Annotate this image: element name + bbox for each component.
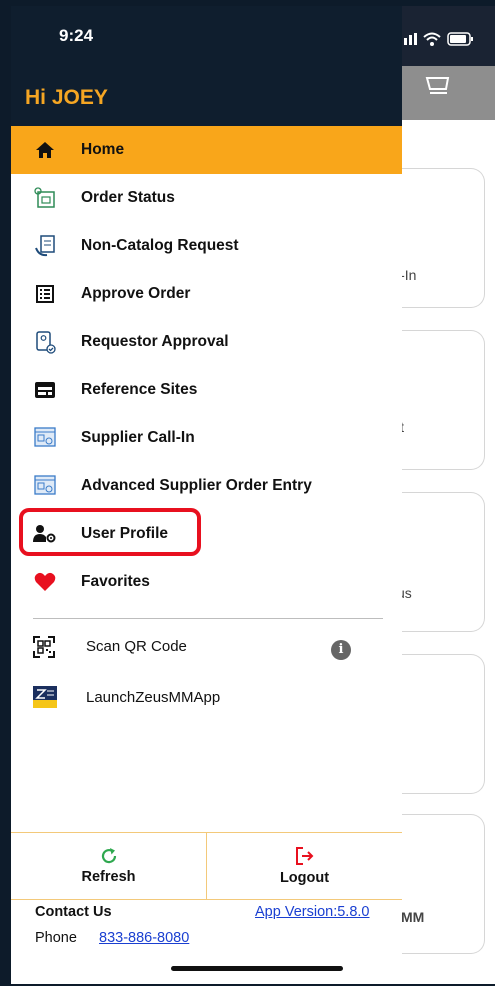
highlight-box — [19, 508, 201, 556]
menu-item-label: Scan QR Code — [86, 638, 187, 655]
menu-item-label: LaunchZeusMMApp — [86, 689, 221, 706]
background-card[interactable]: us — [397, 492, 485, 632]
refresh-icon — [101, 848, 116, 864]
menu-item-label: Reference Sites — [81, 381, 198, 398]
cart-icon[interactable] — [423, 72, 453, 102]
home-indicator[interactable] — [171, 966, 343, 971]
menu-item-reference-sites[interactable]: Reference Sites — [11, 366, 402, 414]
refresh-label: Refresh — [81, 869, 136, 885]
supplier-call-in-icon — [33, 426, 57, 450]
phone-link[interactable]: 833-886-8080 — [99, 930, 189, 946]
zeus-logo-icon — [33, 686, 57, 708]
menu-item-label: Advanced Supplier Order Entry — [81, 477, 312, 494]
home-icon — [33, 138, 57, 162]
menu-item-label: Requestor Approval — [81, 333, 229, 350]
app-version-link[interactable]: App Version:5.8.0 — [255, 904, 369, 920]
heart-icon — [33, 570, 57, 594]
status-icons — [399, 32, 475, 46]
menu-item-favorites[interactable]: Favorites — [11, 558, 402, 606]
logout-button[interactable]: Logout — [206, 833, 402, 899]
menu-item-launch-zeus[interactable]: LaunchZeusMMApp — [33, 686, 220, 708]
background-card[interactable]: it — [397, 330, 485, 470]
menu-item-label: Non-Catalog Request — [81, 237, 239, 254]
status-time-drawer: 9:24 — [59, 26, 94, 45]
menu-item-scan-qr-code[interactable]: Scan QR Code — [33, 636, 187, 658]
menu-item-label: Supplier Call-In — [81, 429, 195, 446]
approve-order-icon — [33, 282, 57, 306]
menu-item-label: Home — [81, 141, 125, 158]
divider — [33, 618, 383, 619]
contact-us-label: Contact Us — [35, 904, 112, 920]
menu-item-home[interactable]: Home — [11, 126, 402, 174]
action-bar: Refresh Logout — [11, 832, 402, 900]
qr-code-icon — [33, 636, 55, 658]
menu-item-label: Order Status — [81, 189, 175, 206]
device-frame: l-In it us MM 9:24 9:24 — [0, 0, 495, 986]
wifi-icon — [423, 32, 441, 46]
menu-item-advanced-supplier-order-entry[interactable]: Advanced Supplier Order Entry — [11, 462, 402, 510]
refresh-button[interactable]: Refresh — [11, 833, 206, 899]
menu-item-label: Approve Order — [81, 285, 191, 302]
supplier-order-entry-icon — [33, 474, 57, 498]
order-status-icon — [33, 186, 57, 210]
drawer-header: 9:24 Hi JOEY — [11, 6, 402, 126]
menu-item-supplier-call-in[interactable]: Supplier Call-In — [11, 414, 402, 462]
requestor-approval-icon — [33, 330, 57, 354]
greeting: Hi JOEY — [25, 86, 108, 109]
menu-item-non-catalog-request[interactable]: Non-Catalog Request — [11, 222, 402, 270]
background-card[interactable] — [397, 654, 485, 794]
background-card[interactable]: MM — [397, 814, 485, 954]
phone-label: Phone — [35, 930, 77, 946]
reference-sites-icon — [33, 378, 57, 402]
menu-item-approve-order[interactable]: Approve Order — [11, 270, 402, 318]
logout-label: Logout — [279, 870, 330, 886]
menu-item-label: Favorites — [81, 573, 150, 590]
navigation-drawer: 9:24 Hi JOEY Home Order Status Non-Catal… — [11, 6, 402, 984]
battery-icon — [447, 32, 473, 46]
menu-item-order-status[interactable]: Order Status — [11, 174, 402, 222]
background-card[interactable]: l-In — [397, 168, 485, 308]
screen: l-In it us MM 9:24 9:24 — [11, 6, 495, 984]
info-icon[interactable]: i — [331, 640, 351, 660]
logout-icon — [295, 847, 313, 865]
card-text: MM — [401, 909, 425, 925]
menu-item-requestor-approval[interactable]: Requestor Approval — [11, 318, 402, 366]
non-catalog-icon — [33, 234, 57, 258]
